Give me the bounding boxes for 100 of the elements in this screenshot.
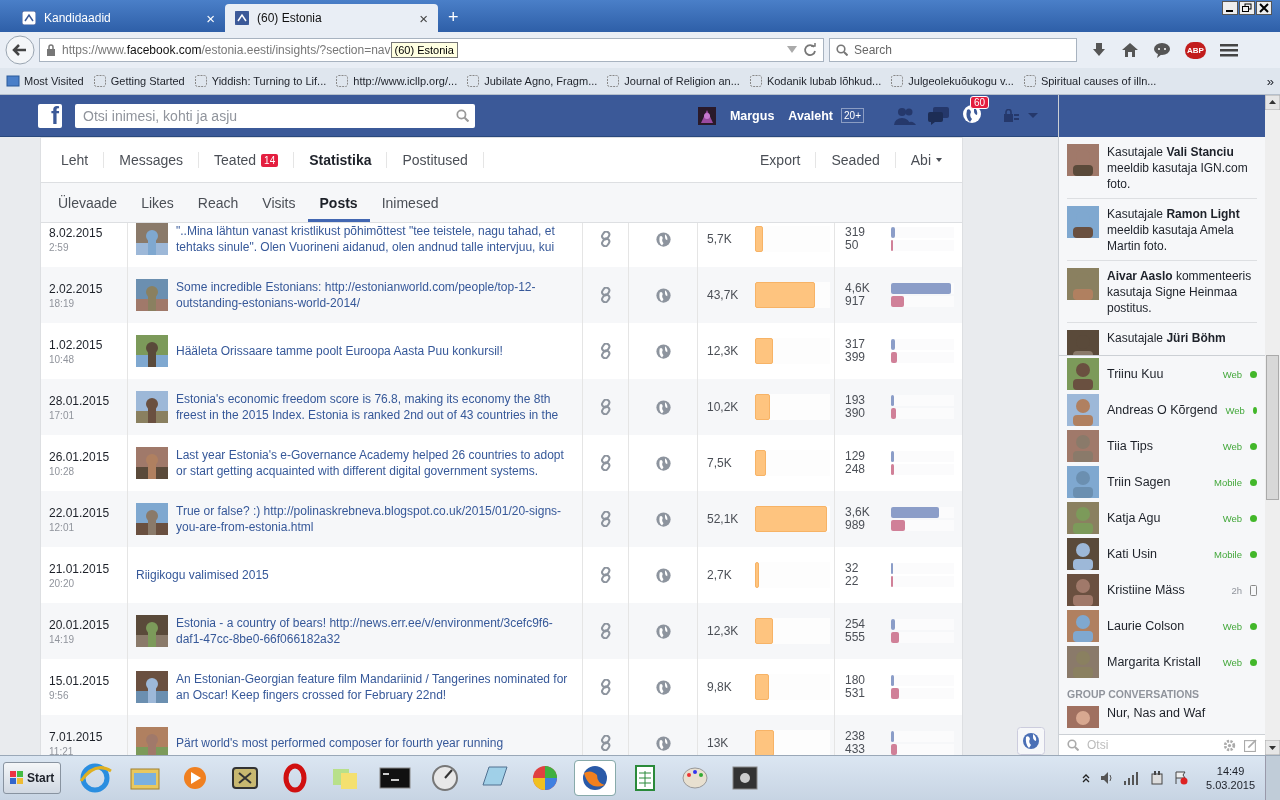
bookmark[interactable]: Most Visited <box>6 74 84 88</box>
browser-tab[interactable]: Kandidaadid × <box>12 4 225 32</box>
sub-tab[interactable]: Inimesed <box>369 183 451 222</box>
post-time: 11:21 <box>49 745 75 755</box>
globe-button[interactable] <box>1017 727 1045 755</box>
activity-text[interactable]: Kasutajale Ramon Light meeldib kasutaja Amela Martin foto. <box>1107 206 1257 254</box>
clock[interactable]: 14:49 5.03.2015 <box>1206 764 1255 792</box>
menu-icon[interactable] <box>1219 42 1238 58</box>
globe-icon <box>655 455 671 471</box>
chat-contact[interactable]: Laurie Colson Web <box>1067 608 1257 644</box>
bookmark[interactable]: Jubilate Agno, Fragm... <box>466 74 598 88</box>
page-tab[interactable]: Teated 14 <box>199 152 295 168</box>
actions-count: 399 <box>845 351 867 364</box>
start-button[interactable]: Start <box>3 762 62 794</box>
page-tab[interactable]: Statistika <box>294 152 388 168</box>
speaker-icon[interactable] <box>1100 771 1115 785</box>
activity-text[interactable]: Aivar Aaslo kommenteeris kasutaja Signe Heinmaa postitus. <box>1107 268 1257 316</box>
plug-icon[interactable] <box>1150 771 1165 785</box>
post-link[interactable]: Last year Estonia's e-Governance Academy helped 26 countries to adopt or start getting acquainted with different digital government systems. <box>176 447 576 479</box>
page-tab[interactable]: Messages <box>104 152 200 168</box>
scroll-thumb[interactable] <box>1266 355 1279 500</box>
chat-contact[interactable]: Margarita Kristall Web <box>1067 644 1257 680</box>
scrollbar[interactable] <box>1265 95 1280 755</box>
reach-count: 12,3K <box>707 344 740 358</box>
clicks-count: 254 <box>845 618 867 631</box>
status-label: Mobile <box>1214 548 1242 560</box>
post-time: 20:20 <box>49 577 76 589</box>
activity-text[interactable]: Kasutajale Jüri Böhm <box>1107 330 1226 355</box>
home-link[interactable]: Avaleht <box>788 108 834 123</box>
post-link[interactable]: Some incredible Estonians: http://estonianworld.com/people/top-12-outstanding-estonians-world-2014/ <box>176 279 576 311</box>
post-link[interactable]: "..Mina lähtun vanast kristlikust põhimõttest "tee teistele, nagu tahad, et tehtaks sinule". Olen Vuorineni aidanud, olen andnud talle intervjuu, kui <box>176 223 576 255</box>
download-icon[interactable] <box>1091 42 1107 58</box>
post-date: 2.02.2015 <box>49 281 104 296</box>
sub-tab[interactable]: Likes <box>129 183 186 222</box>
close-tab-button[interactable]: × <box>206 9 215 27</box>
post-time: 10:28 <box>49 465 76 477</box>
post-link[interactable]: True or false? :) http://polinaskrebneva.blogspot.co.uk/2015/01/20-signs-you-are-from-estonia.html <box>176 503 576 535</box>
restore-icon[interactable] <box>1239 1 1255 15</box>
activity-text[interactable]: Kasutajale Vali Stanciu meeldib kasutaja IGN.com foto. <box>1107 144 1257 192</box>
new-tab-button[interactable]: + <box>448 7 459 28</box>
adblock-button[interactable]: ABP <box>1185 41 1206 59</box>
signal-icon[interactable] <box>1124 771 1141 785</box>
search-icon[interactable] <box>456 109 469 122</box>
actions-count: 531 <box>845 687 867 700</box>
post-link[interactable]: Hääleta Orissaare tamme poolt Euroopa Aasta Puu konkursil! <box>176 343 503 359</box>
chevron-icon[interactable] <box>1082 773 1091 783</box>
actions-count: 433 <box>845 743 867 755</box>
post-link[interactable]: Estonia - a country of bears! http://news.err.ee/v/environment/3cefc9f6-daf1-47cc-8be0-66f066182a32 <box>176 615 576 647</box>
minimize-icon[interactable] <box>1222 1 1238 15</box>
sub-tab[interactable]: Reach <box>185 183 251 222</box>
online-dot <box>1250 442 1257 450</box>
search-placeholder: Search <box>854 43 893 57</box>
chat-contact[interactable]: Triinu Kuu Web <box>1067 356 1257 392</box>
close-icon[interactable] <box>1256 1 1272 15</box>
chat-contact[interactable]: Andreas O Kõrgend Web <box>1067 392 1257 428</box>
chat-contact[interactable]: Kati Usin Mobile <box>1067 536 1257 572</box>
bookmark[interactable]: Journal of Religion an... <box>606 74 740 88</box>
more-bookmarks-button[interactable]: » <box>1266 73 1274 89</box>
bookmark[interactable]: Julgeolekuõukogu v... <box>890 74 1014 88</box>
address-field[interactable]: https://www.facebook.com/estonia.eesti/insights/?section=nav (60) Estonia <box>39 38 824 62</box>
fox-globe-icon[interactable] <box>575 761 616 795</box>
scroll-up-icon[interactable] <box>1265 95 1280 110</box>
page-action[interactable]: Abi <box>895 152 957 168</box>
sub-tab[interactable]: Visits <box>250 183 308 222</box>
close-tab-button[interactable]: × <box>419 9 428 27</box>
browser-tab[interactable]: (60) Estonia × <box>225 4 438 32</box>
notification-badge: 60 <box>970 96 990 109</box>
scroll-down-icon[interactable] <box>1265 740 1280 755</box>
flag-icon[interactable] <box>1174 771 1189 785</box>
profile-link[interactable]: Margus <box>729 108 775 123</box>
post-time: 12:01 <box>49 521 76 533</box>
bookmark[interactable]: Yiddish: Turning to Lif... <box>193 74 327 88</box>
chat-contact[interactable]: Kristiine Mäss 2h <box>1067 572 1257 608</box>
page-action[interactable]: Seaded <box>816 152 896 168</box>
chat-contact[interactable]: Tiia Tips Web <box>1067 428 1257 464</box>
blank-page-icon <box>466 74 481 88</box>
reload-icon[interactable] <box>803 43 817 57</box>
post-link[interactable]: Riigikogu valimised 2015 <box>136 567 269 583</box>
chat-contact[interactable]: Triin Sagen Mobile <box>1067 464 1257 500</box>
status-label: Web <box>1222 656 1242 668</box>
sub-tab[interactable]: Ülevaade <box>46 183 130 222</box>
tooltip: (60) Estonia <box>390 42 458 58</box>
back-button[interactable] <box>5 35 35 65</box>
home-icon[interactable] <box>1121 42 1139 58</box>
search-field[interactable]: Search <box>829 38 1077 62</box>
bookmark[interactable]: Spiritual causes of illn... <box>1022 74 1157 88</box>
logo[interactable]: f <box>38 103 62 128</box>
post-link[interactable]: An Estonian-Georgian feature film Mandariinid / Tangerines nominated for an Oscar! Keep fingers crossed for February 22nd! <box>176 671 576 703</box>
search-icon <box>836 44 848 56</box>
bookmark[interactable]: Getting Started <box>92 74 185 88</box>
post-date: 1.02.2015 <box>49 337 104 352</box>
post-link[interactable]: Pärt world's most performed composer for fourth year running <box>176 735 504 751</box>
page-action[interactable]: Export <box>745 152 817 168</box>
post-link[interactable]: Estonia's economic freedom score is 76.8, making its economy the 8th freest in the 2015 Index. Estonia is ranked 2nd out of 43 countries in the <box>176 391 576 423</box>
bookmark[interactable]: Kodanik lubab lõhkud... <box>748 74 882 88</box>
chat-contact[interactable]: Katja Agu Web <box>1067 500 1257 536</box>
chat-bubble-icon[interactable] <box>1153 42 1171 58</box>
page-tab[interactable]: Postitused <box>387 152 484 168</box>
page-tab[interactable]: Leht <box>46 152 105 168</box>
bookmark[interactable]: http://www.icllp.org/... <box>335 74 458 88</box>
